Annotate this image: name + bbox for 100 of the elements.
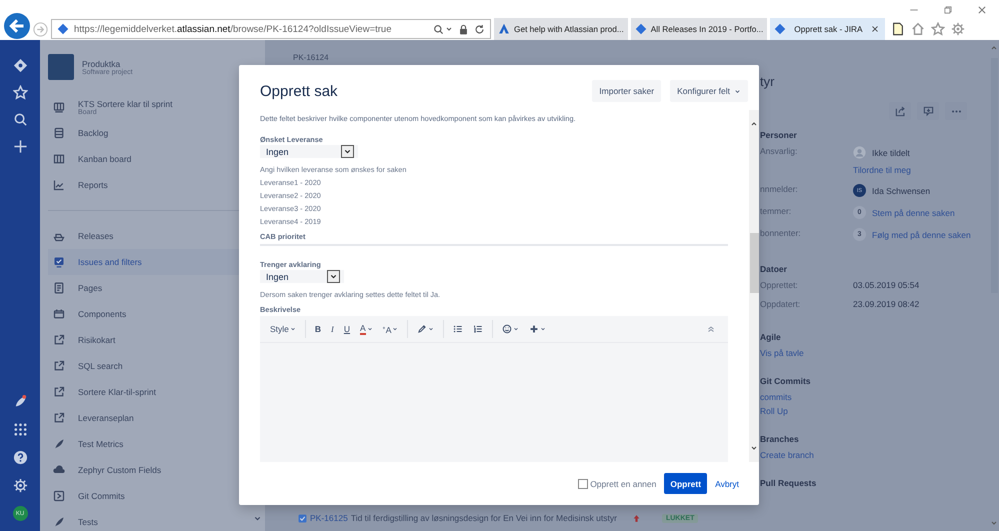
- sidebar-item[interactable]: Sortere Klar-til-sprint: [48, 379, 257, 405]
- url-text: https://legemiddelverket.atlassian.net/browse/PK-16124?oldIssueView=true: [74, 24, 392, 34]
- header-button[interactable]: Konfigurer felt: [670, 80, 748, 102]
- section-heading: Branches: [760, 434, 800, 444]
- section-heading: Agile: [760, 332, 782, 342]
- new-tab-icon[interactable]: [890, 22, 905, 36]
- caret-icon: [366, 326, 373, 332]
- chevron-icon[interactable]: [253, 514, 262, 523]
- restore-icon[interactable]: [943, 5, 953, 15]
- select-field[interactable]: Ingen: [260, 270, 344, 283]
- toolbar-button[interactable]: B: [310, 319, 326, 339]
- sidebar-item[interactable]: Zephyr Custom Fields: [48, 457, 257, 483]
- numbered-list-icon: [473, 324, 484, 334]
- double-chevron-icon[interactable]: [706, 324, 716, 334]
- close-icon[interactable]: [870, 25, 879, 33]
- sidebar-item[interactable]: Test Metrics: [48, 431, 257, 457]
- header-button[interactable]: Importer saker: [592, 80, 662, 102]
- field-label: nnmelder:: [760, 184, 799, 196]
- panel-link[interactable]: Vis på tavle: [760, 348, 804, 358]
- section-heading: Pull Requests: [760, 478, 818, 488]
- sidebar-item[interactable]: Tests: [48, 509, 257, 531]
- external-link-icon: [53, 360, 65, 372]
- caret-icon: [513, 326, 520, 332]
- help-icon[interactable]: [12, 450, 28, 465]
- browser-tab[interactable]: Get help with Atlassian prod...: [494, 18, 628, 40]
- cancel-link[interactable]: Avbryt: [715, 478, 739, 488]
- toolbar-button[interactable]: U: [340, 319, 354, 339]
- checkbox-label[interactable]: Opprett en annen: [590, 478, 656, 488]
- star-icon[interactable]: [12, 85, 28, 100]
- pen-icon: [417, 324, 428, 334]
- scrollbar-thumb[interactable]: [750, 233, 758, 293]
- panel-link[interactable]: commits: [760, 392, 792, 402]
- page-icon: [53, 282, 65, 294]
- chevron-icon: [343, 147, 352, 156]
- sidebar-item[interactable]: Kanban board: [48, 146, 257, 172]
- star-icon[interactable]: [930, 22, 945, 36]
- sidebar-item[interactable]: SQL search: [48, 353, 257, 379]
- feather-icon: [53, 516, 65, 528]
- search-icon: [433, 24, 444, 34]
- toolbar-button[interactable]: I: [327, 319, 338, 339]
- create-button[interactable]: Opprett: [664, 473, 708, 494]
- chevron-icon: [750, 444, 758, 452]
- field-label: Ansvarlig:: [760, 146, 798, 158]
- git-icon: [53, 490, 65, 502]
- sidebar-item[interactable]: Reports: [48, 172, 257, 198]
- bullet-list-icon: [453, 324, 464, 334]
- project-name[interactable]: Produktka: [82, 58, 133, 68]
- sidebar-item[interactable]: Leveranseplan: [48, 405, 257, 431]
- sidebar-item[interactable]: Backlog: [48, 120, 257, 146]
- project-avatar: [48, 54, 74, 80]
- assign-link[interactable]: Tilordne til meg: [853, 165, 911, 175]
- caret-icon: [734, 88, 741, 94]
- action-link[interactable]: Følg med på denne saken: [872, 230, 971, 240]
- select-field[interactable]: Ingen: [260, 145, 358, 158]
- scrollbar[interactable]: [749, 110, 759, 462]
- checkbox-icon: [298, 514, 307, 522]
- external-link-icon: [53, 412, 65, 424]
- toolbar-button[interactable]: ⁺A: [378, 319, 402, 339]
- diamond-icon[interactable]: [12, 58, 28, 73]
- plus-icon: [529, 324, 540, 334]
- date-value: 03.05.2019 05:54: [853, 280, 920, 290]
- chart-icon: [53, 179, 65, 191]
- chevron-icon: [990, 519, 998, 527]
- diamond-icon: [774, 23, 786, 35]
- settings-icon[interactable]: [950, 22, 965, 36]
- diamond-icon: [634, 23, 647, 35]
- toolbar-button[interactable]: Style: [266, 319, 300, 339]
- caret-icon: [392, 326, 398, 332]
- sidebar-item[interactable]: Releases: [48, 223, 257, 249]
- address-bar[interactable]: https://legemiddelverket.atlassian.net/browse/PK-16124?oldIssueView=true: [51, 19, 491, 39]
- board-icon: [53, 101, 65, 113]
- settings-icon[interactable]: [12, 478, 28, 493]
- issue-link[interactable]: PK-16125: [310, 513, 348, 523]
- issue-key[interactable]: PK-16124: [293, 53, 329, 62]
- sidebar-item[interactable]: Pages: [48, 275, 257, 301]
- speech-bubble-icon: [922, 106, 934, 116]
- external-link-icon: [53, 386, 65, 398]
- browser-tab[interactable]: Opprett sak - JIRA: [770, 18, 885, 40]
- sidebar-item[interactable]: Components: [48, 301, 257, 327]
- panel-link[interactable]: Create branch: [760, 450, 814, 460]
- action-link[interactable]: Stem på denne saken: [872, 208, 955, 218]
- close-icon[interactable]: [977, 5, 987, 15]
- sidebar-item[interactable]: Git Commits: [48, 483, 257, 509]
- checkbox[interactable]: [578, 478, 588, 488]
- feather-icon: [53, 438, 65, 450]
- grid-icon[interactable]: [12, 422, 28, 437]
- plus-icon[interactable]: [12, 139, 28, 154]
- browser-tab[interactable]: All Releases In 2019 - Portfo...: [630, 18, 768, 40]
- field-label: bonnenter:: [760, 228, 802, 240]
- issue-summary: Tid til ferdigstilling av løsningsdesign for En Vei inn for Medisinsk utstyr: [350, 513, 617, 523]
- home-icon[interactable]: [910, 22, 925, 36]
- panel-link[interactable]: Roll Up: [760, 406, 788, 416]
- toolbar-button[interactable]: A: [356, 319, 377, 339]
- caret-icon: [540, 326, 546, 332]
- search-icon[interactable]: [12, 112, 28, 127]
- caret-icon: [290, 326, 296, 332]
- field-label: temmer:: [760, 206, 792, 218]
- sidebar-item[interactable]: Risikokart: [48, 327, 257, 353]
- dialog-title: Opprett sak: [260, 82, 338, 100]
- section-heading: Personer: [760, 130, 798, 140]
